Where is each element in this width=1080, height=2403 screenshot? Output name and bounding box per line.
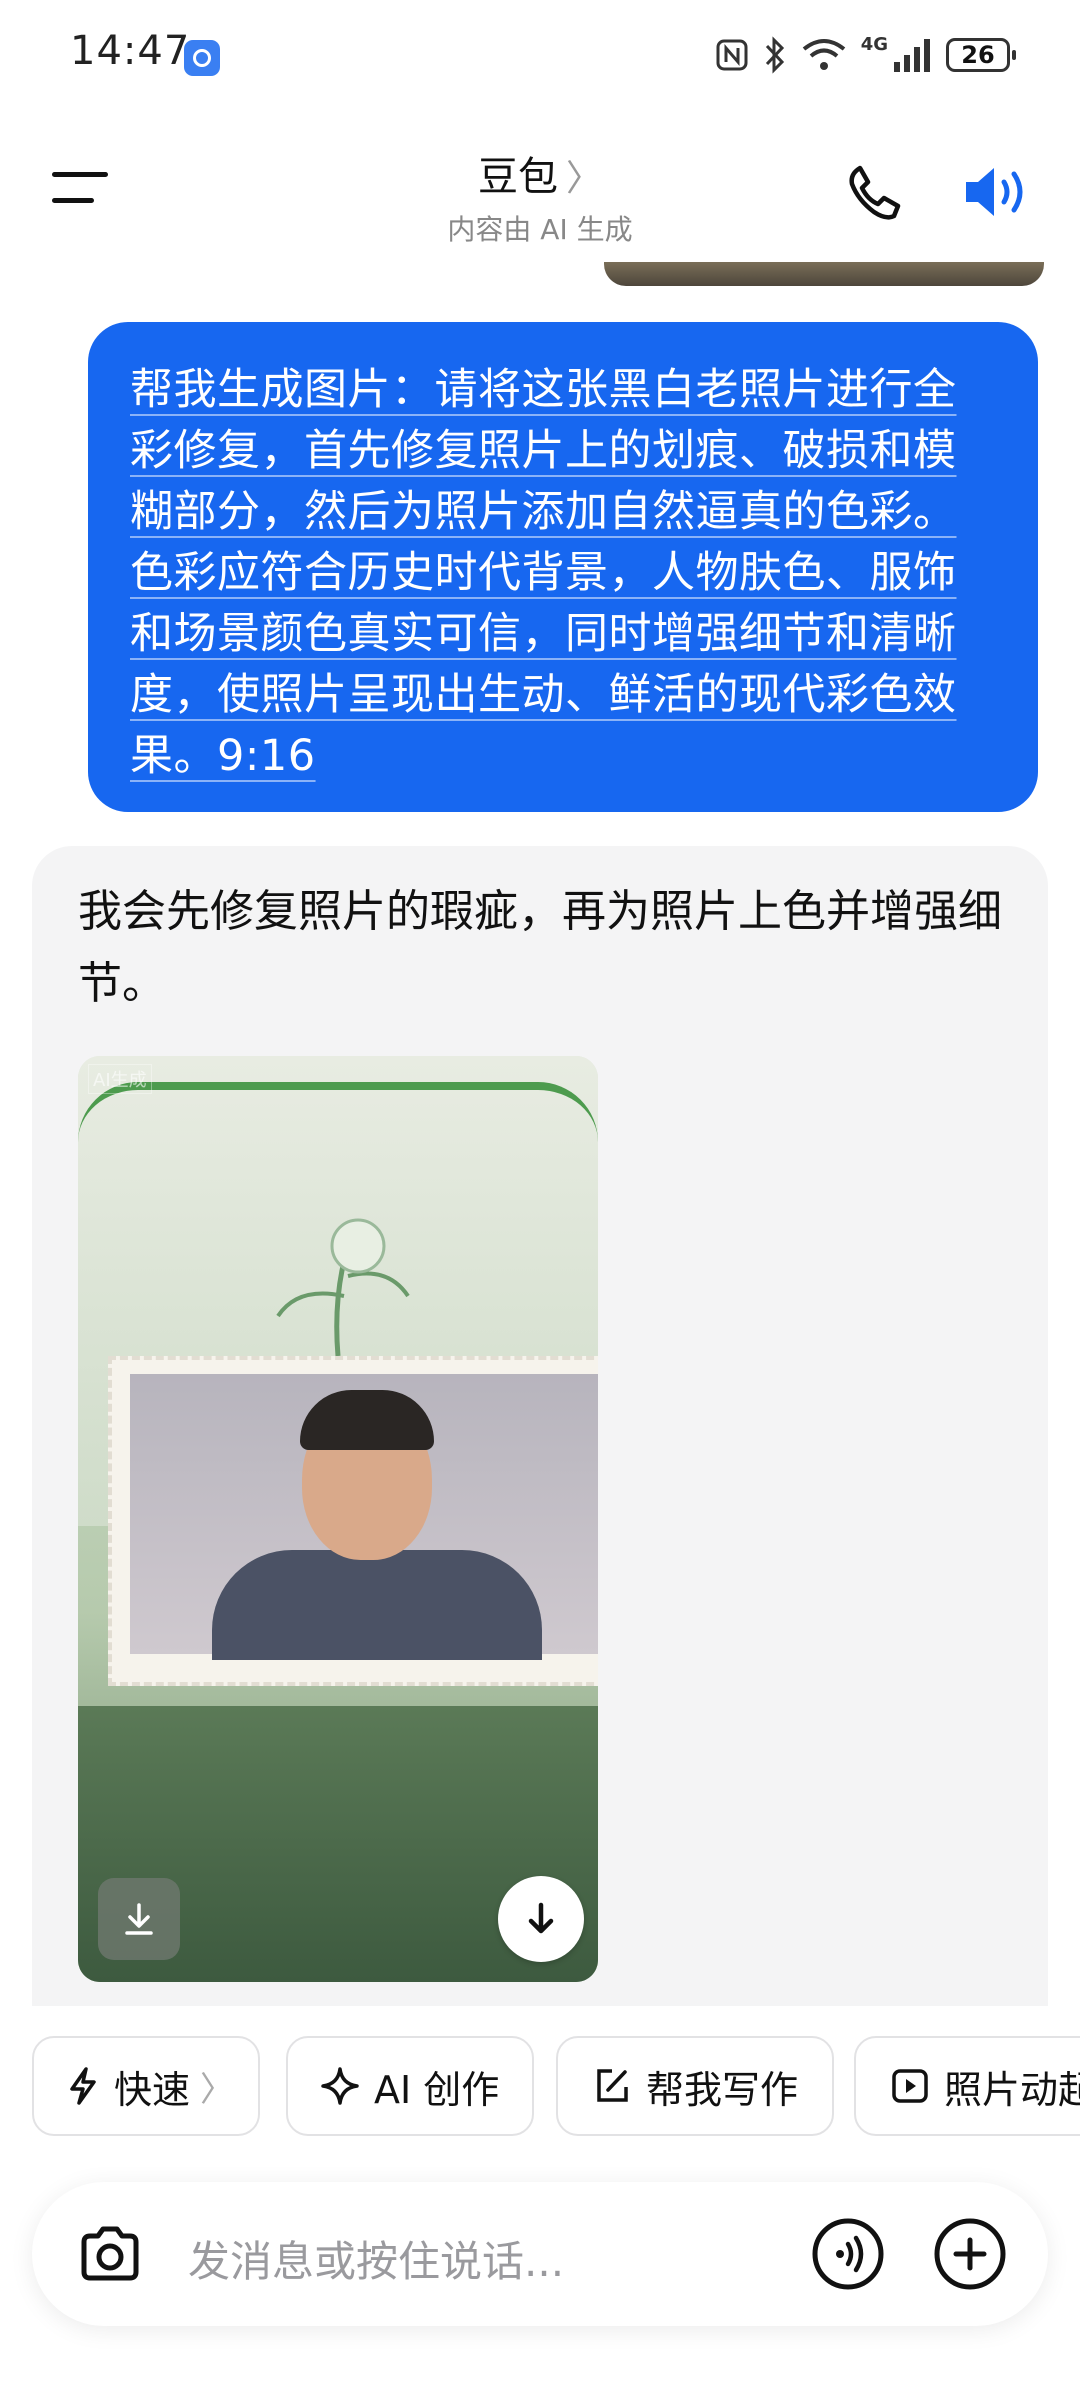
play-icon [892,2069,928,2103]
signal-icon [894,39,930,72]
download-icon[interactable] [498,1876,584,1962]
camera-icon[interactable] [74,2218,146,2290]
title-chevron-icon: 〉 [565,158,602,199]
phone-icon[interactable] [842,160,906,224]
battery-level: 26 [961,41,995,69]
ai-generated-notice: 内容由 AI 生成 [447,213,633,246]
ai-watermark: AI生成 [88,1064,152,1094]
speaker-icon[interactable] [962,160,1032,224]
chip-photo-animate-label: 照片动起 [944,2067,1080,2112]
chip-fast-label: 快速 [114,2067,191,2112]
bot-message-text: 我会先修复照片的瑕疵，再为照片上色并增强细节。 [78,886,1002,1009]
edit-icon [597,2069,628,2102]
chat-title[interactable]: 豆包 [478,154,558,200]
plus-icon[interactable] [932,2216,1008,2292]
chip-writing-label: 帮我写作 [646,2067,799,2112]
chip-fast[interactable]: 快速 〉 [32,2036,260,2136]
portrait-photo [108,1356,598,1686]
chip-ai-create[interactable]: AI 创作 [286,2036,534,2136]
bot-message-card: 我会先修复照片的瑕疵，再为照片上色并增强细节。 AI生成 [32,846,1048,2006]
plant-pattern [276,1218,410,1357]
user-message-bubble[interactable]: 帮我生成图片：请将这张黑白老照片进行全彩修复，首先修复照片上的划痕、破损和模糊部… [88,322,1038,812]
network-type: 4G [860,34,888,55]
wifi-icon [802,39,845,70]
message-input[interactable]: 发消息或按住说话... [188,2228,564,2289]
sparkle-icon [321,2067,359,2105]
chat-header: 豆包〉 内容由 AI 生成 [0,130,1080,250]
child-body [212,1550,542,1660]
message-input-bar: 发消息或按住说话... [32,2182,1048,2326]
status-bar: 14:47 4G 26 [0,0,1080,110]
nfc-icon [716,39,748,71]
app-notification-icon [184,40,220,76]
user-message-text: 帮我生成图片：请将这张黑白老照片进行全彩修复，首先修复照片上的划痕、破损和模糊部… [130,365,957,781]
status-icons: 4G 26 [715,30,1016,80]
bluetooth-icon [765,36,784,74]
status-time: 14:47 [70,28,191,74]
quick-actions-bar: 快速 〉 AI 创作 帮我写作 照片动起 [32,2036,1080,2140]
chip-ai-create-label: AI 创作 [374,2067,500,2112]
chat-title-area[interactable]: 豆包〉 内容由 AI 生成 [0,144,1080,248]
chip-photo-animate[interactable]: 照片动起 [854,2036,1080,2136]
voice-call-icon[interactable] [810,2216,886,2292]
previous-image-edge [604,262,1044,286]
generated-image[interactable]: AI生成 [78,1056,598,1982]
lightning-icon [70,2067,96,2105]
download-icon[interactable] [98,1878,180,1960]
battery-indicator: 26 [946,38,1016,72]
chevron-right-icon: 〉 [200,2069,235,2110]
chip-writing[interactable]: 帮我写作 [556,2036,834,2136]
